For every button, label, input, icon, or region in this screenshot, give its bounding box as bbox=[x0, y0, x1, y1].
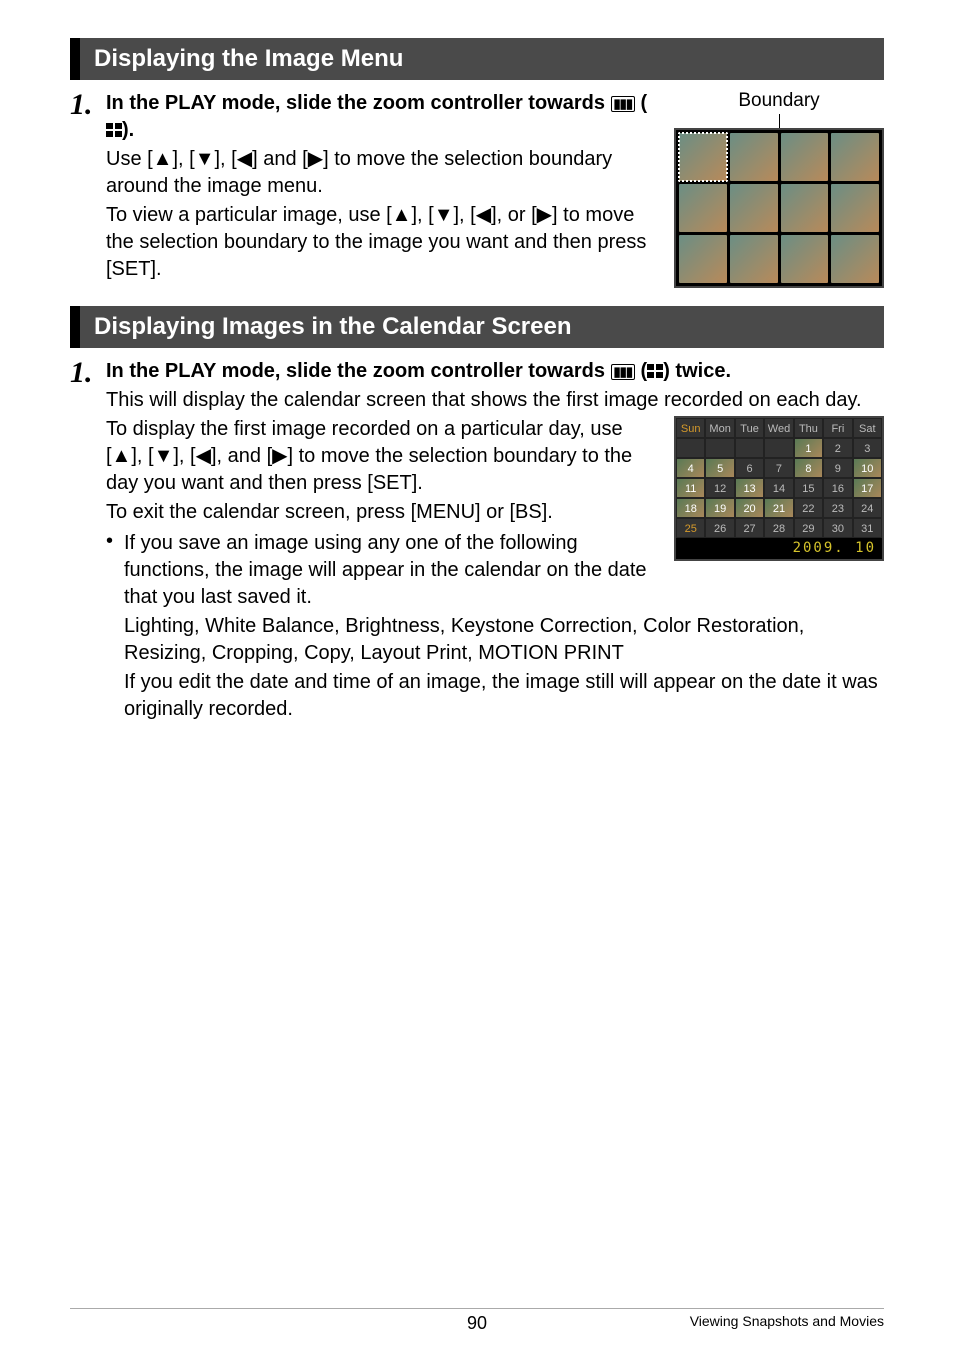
step2-bullet-sub1: Lighting, White Balance, Brightness, Key… bbox=[124, 613, 884, 667]
thumbnail-grid bbox=[674, 128, 884, 288]
cal-row-2: 45678910 bbox=[676, 458, 882, 478]
step1-title-a: In the PLAY mode, slide the zoom control… bbox=[106, 92, 611, 114]
step-number: 1. bbox=[70, 90, 100, 120]
step2-title: In the PLAY mode, slide the zoom control… bbox=[106, 358, 884, 385]
step1-desc2: To view a particular image, use [▲], [▼]… bbox=[106, 202, 654, 283]
zoom-out-icon: ▮▮▮ bbox=[611, 96, 635, 112]
section-header-image-menu: Displaying the Image Menu bbox=[70, 38, 884, 80]
boundary-label: Boundary bbox=[674, 90, 884, 112]
page-footer: 90 Viewing Snapshots and Movies bbox=[70, 1308, 884, 1329]
calendar-figure: Sun Mon Tue Wed Thu Fri Sat 123 45678910… bbox=[674, 416, 884, 561]
step1-title-b: ( bbox=[635, 92, 647, 114]
boundary-pointer bbox=[779, 114, 780, 128]
step-number-2: 1. bbox=[70, 358, 100, 388]
thumbs-icon bbox=[106, 123, 122, 137]
step1-desc1: Use [▲], [▼], [◀] and [▶] to move the se… bbox=[106, 146, 654, 200]
step2-bullet: If you save an image using any one of th… bbox=[124, 530, 654, 611]
step2-title-a: In the PLAY mode, slide the zoom control… bbox=[106, 360, 611, 382]
step1-title: In the PLAY mode, slide the zoom control… bbox=[106, 90, 654, 144]
footer-chapter: Viewing Snapshots and Movies bbox=[690, 1313, 884, 1329]
step2-title-b: ( bbox=[635, 360, 647, 382]
step2-title-c: ) twice. bbox=[663, 360, 731, 382]
cal-day-mon: Mon bbox=[705, 418, 734, 438]
cal-row-4: 18192021222324 bbox=[676, 498, 882, 518]
zoom-out-icon-2: ▮▮▮ bbox=[611, 364, 635, 380]
calendar-head: Sun Mon Tue Wed Thu Fri Sat bbox=[676, 418, 882, 438]
cal-day-sat: Sat bbox=[853, 418, 882, 438]
image-menu-figure: Boundary bbox=[674, 90, 884, 288]
step2-desc1: This will display the calendar screen th… bbox=[106, 387, 884, 414]
cal-day-fri: Fri bbox=[823, 418, 852, 438]
calendar-footer-date: 2009. 10 bbox=[676, 538, 882, 559]
cal-row-1: 123 bbox=[676, 438, 882, 458]
section-header-calendar: Displaying Images in the Calendar Screen bbox=[70, 306, 884, 348]
bullet-dot: • bbox=[106, 528, 124, 611]
cal-row-3: 11121314151617 bbox=[676, 478, 882, 498]
cal-day-tue: Tue bbox=[735, 418, 764, 438]
cal-day-wed: Wed bbox=[764, 418, 793, 438]
thumbs-icon-2 bbox=[647, 364, 663, 378]
page-number: 90 bbox=[467, 1313, 487, 1334]
cal-row-5: 25262728293031 bbox=[676, 518, 882, 538]
cal-day-sun: Sun bbox=[676, 418, 705, 438]
step2-bullet-sub2: If you edit the date and time of an imag… bbox=[124, 669, 884, 723]
cal-day-thu: Thu bbox=[794, 418, 823, 438]
step1-title-c: ). bbox=[122, 119, 134, 141]
